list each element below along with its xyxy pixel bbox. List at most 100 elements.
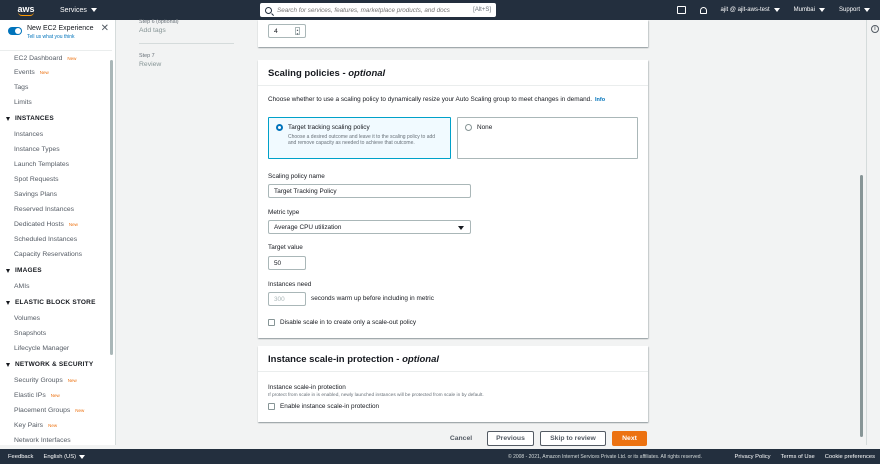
sidebar-item-placement-groups[interactable]: Placement Groups New	[0, 403, 112, 418]
panel-header: Instance scale-in protection - optional	[258, 346, 648, 372]
language-label: English (US)	[43, 453, 77, 460]
section-elastic-block-store[interactable]: ELASTIC BLOCK STORE	[0, 294, 112, 311]
none-option[interactable]: None	[457, 117, 638, 159]
radio-icon[interactable]	[465, 124, 472, 131]
sidebar-item-tags[interactable]: Tags	[0, 80, 112, 95]
search-input[interactable]	[277, 6, 469, 14]
target-value-label: Target value	[268, 244, 303, 251]
metric-type-select[interactable]: Average CPU utilization	[268, 220, 471, 234]
sidebar-item-key-pairs[interactable]: Key Pairs New	[0, 418, 112, 433]
sidebar-item-label: Events	[14, 69, 35, 76]
disable-scale-in-checkbox[interactable]	[268, 319, 275, 326]
sidebar-scrollbar[interactable]	[110, 60, 113, 355]
new-badge: New	[68, 222, 78, 227]
sidebar-item-label: AMIs	[14, 283, 30, 290]
toggle-switch[interactable]	[8, 27, 22, 35]
sidebar-item-label: Snapshots	[14, 330, 47, 337]
caret-down-icon	[90, 8, 97, 12]
scale-in-protection-panel: Instance scale-in protection - optional …	[258, 346, 648, 422]
skip-to-review-button[interactable]: Skip to review	[540, 431, 606, 446]
aws-logo[interactable]: aws	[14, 2, 38, 18]
scaling-description: Choose whether to use a scaling policy t…	[268, 96, 605, 103]
capacity-stepper[interactable]: 4 ▲ ▼	[268, 24, 306, 38]
feedback-link[interactable]: Tell us what you think	[27, 34, 94, 40]
wizard-step-7[interactable]: Step 7 Review	[139, 53, 161, 68]
wizard-step-6[interactable]: Step 6 (optional) Add tags	[139, 19, 179, 34]
sidebar-item-amis[interactable]: AMIs	[0, 279, 112, 294]
sidebar: New EC2 Experience Tell us what you thin…	[0, 20, 116, 445]
target-value-input[interactable]: 50	[268, 256, 306, 270]
warmup-input[interactable]: 300	[268, 292, 306, 306]
privacy-policy-link[interactable]: Privacy Policy	[734, 454, 770, 460]
caret-down-icon	[458, 226, 464, 230]
sidebar-item-events[interactable]: Events New	[0, 65, 112, 80]
section-network-security[interactable]: NETWORK & SECURITY	[0, 356, 112, 373]
sidebar-item-limits[interactable]: Limits	[0, 95, 112, 110]
sidebar-item-security-groups[interactable]: Security Groups New	[0, 373, 112, 388]
user-menu[interactable]: ajit @ ajit-aws-test	[721, 7, 780, 13]
sidebar-item-label: Key Pairs	[14, 422, 44, 429]
sidebar-item-reserved-instances[interactable]: Reserved Instances	[0, 202, 112, 217]
sidebar-item-label: Dedicated Hosts	[14, 221, 64, 228]
new-experience-toggle[interactable]: New EC2 Experience Tell us what you thin…	[8, 25, 108, 45]
cloudshell-icon[interactable]	[676, 6, 686, 14]
sidebar-item-label: Volumes	[14, 315, 41, 322]
sidebar-item-volumes[interactable]: Volumes	[0, 311, 112, 326]
cookie-preferences-link[interactable]: Cookie preferences	[825, 454, 875, 460]
copyright-text: © 2008 - 2021, Amazon Internet Services …	[508, 453, 702, 460]
next-button[interactable]: Next	[612, 431, 647, 446]
sidebar-item-ec2-dashboard[interactable]: EC2 Dashboard New	[0, 50, 112, 65]
sidebar-item-scheduled-instances[interactable]: Scheduled Instances	[0, 232, 112, 247]
warmup-suffix: seconds warm up before including in metr…	[311, 295, 434, 302]
radio-selected-icon[interactable]	[276, 124, 283, 131]
terms-of-use-link[interactable]: Terms of Use	[781, 454, 815, 460]
info-icon[interactable]: i	[871, 25, 879, 33]
cancel-button[interactable]: Cancel	[441, 431, 481, 446]
search-box[interactable]: [Alt+S]	[260, 3, 496, 17]
option-label: None	[477, 124, 493, 131]
caret-down-icon	[6, 116, 10, 121]
main-scrollbar[interactable]	[860, 175, 863, 437]
sidebar-item-spot-requests[interactable]: Spot Requests	[0, 172, 112, 187]
previous-button[interactable]: Previous	[487, 431, 534, 446]
sidebar-item-label: Placement Groups	[14, 407, 71, 414]
sidebar-item-capacity-reservations[interactable]: Capacity Reservations	[0, 247, 112, 262]
language-selector[interactable]: English (US)	[43, 453, 86, 460]
region-menu[interactable]: Mumbai	[794, 7, 825, 13]
sidebar-item-elastic-ips[interactable]: Elastic IPs New	[0, 388, 112, 403]
sidebar-item-label: Scheduled Instances	[14, 236, 78, 243]
services-menu[interactable]: Services	[60, 7, 97, 14]
sidebar-item-label: Reserved Instances	[14, 206, 75, 213]
sidebar-item-snapshots[interactable]: Snapshots	[0, 326, 112, 341]
sidebar-item-label: Launch Templates	[14, 161, 70, 168]
caret-down-icon	[818, 8, 825, 12]
scale-in-protection-checkbox[interactable]	[268, 403, 275, 410]
search-icon	[265, 6, 272, 14]
sidebar-item-instance-types[interactable]: Instance Types	[0, 142, 112, 157]
section-images[interactable]: IMAGES	[0, 262, 112, 279]
top-navigation: aws Services [Alt+S] ajit @ ajit-aws-tes…	[0, 0, 880, 20]
nav-right: ajit @ ajit-aws-test Mumbai Support	[676, 0, 870, 20]
sidebar-item-network-interfaces[interactable]: Network Interfaces	[0, 433, 112, 445]
sidebar-item-lifecycle-manager[interactable]: Lifecycle Manager	[0, 341, 112, 356]
bell-icon[interactable]	[699, 6, 707, 14]
sidebar-item-label: Capacity Reservations	[14, 251, 82, 258]
target-tracking-option[interactable]: Target tracking scaling policy Choose a …	[268, 117, 451, 159]
support-menu[interactable]: Support	[839, 7, 870, 13]
stepper-arrows-icon[interactable]: ▲ ▼	[295, 27, 300, 36]
optional-label: optional	[348, 68, 386, 79]
protection-label: Instance scale-in protection	[268, 384, 346, 391]
sidebar-item-launch-templates[interactable]: Launch Templates	[0, 157, 112, 172]
policy-name-input[interactable]: Target Tracking Policy	[268, 184, 471, 198]
section-instances[interactable]: INSTANCES	[0, 110, 112, 127]
info-link[interactable]: Info	[595, 97, 605, 103]
caret-down-icon	[6, 268, 10, 273]
sidebar-item-savings-plans[interactable]: Savings Plans	[0, 187, 112, 202]
sidebar-item-dedicated-hosts[interactable]: Dedicated Hosts New	[0, 217, 112, 232]
sidebar-item-label: Elastic IPs	[14, 392, 46, 399]
option-description: Choose a desired outcome and leave it to…	[288, 134, 436, 147]
sidebar-item-instances[interactable]: Instances	[0, 127, 112, 142]
close-icon[interactable]: ✕	[101, 23, 109, 34]
step-number: Step 7	[139, 53, 155, 59]
feedback-link[interactable]: Feedback	[8, 454, 33, 460]
